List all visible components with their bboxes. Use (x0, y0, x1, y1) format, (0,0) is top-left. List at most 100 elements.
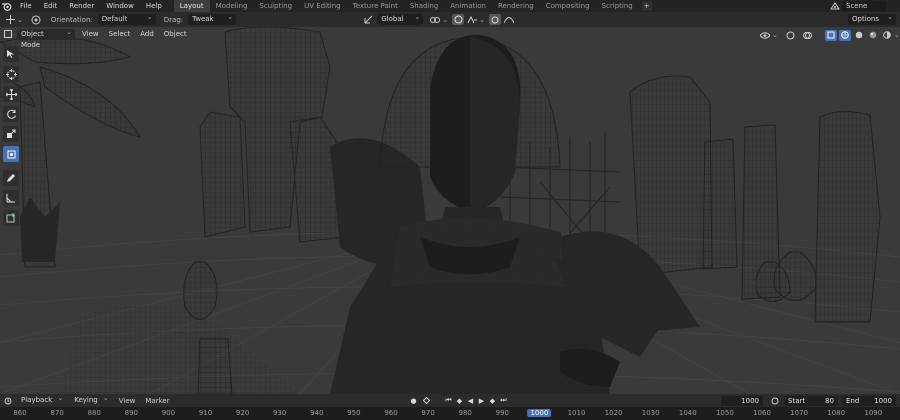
transform-tool-icon[interactable] (3, 146, 19, 162)
end-label: End (846, 396, 860, 405)
orientation-label: Orientation: (50, 15, 93, 24)
frame-tick-label: 860 (13, 409, 27, 417)
tab-sculpting[interactable]: Sculpting (253, 0, 298, 12)
rotate-tool-icon[interactable] (3, 106, 19, 122)
menu-add[interactable]: Add (135, 30, 159, 38)
menu-help[interactable]: Help (140, 2, 168, 10)
frame-ruler[interactable]: 860 870 880 890 900 910 920 930 940 950 960 970 980 9… (0, 407, 900, 420)
select-tool-icon[interactable] (3, 46, 19, 62)
solid-shading-icon[interactable] (853, 30, 865, 41)
orientation-dropdown[interactable]: Default (97, 12, 156, 25)
falloff-icon[interactable] (503, 14, 515, 25)
chevron-down-icon[interactable]: ⌄ (479, 16, 485, 24)
menu-view[interactable]: View (77, 30, 104, 38)
play-reverse-icon[interactable]: ◀ (466, 396, 475, 406)
rock-mesh (199, 27, 346, 243)
tab-animation[interactable]: Animation (444, 0, 492, 12)
menu-object[interactable]: Object (159, 30, 192, 38)
drag-label: Drag: (163, 15, 184, 24)
start-label: Start (788, 396, 806, 405)
wireframe-shading-icon[interactable] (838, 29, 851, 41)
menu-edit[interactable]: Edit (38, 2, 64, 10)
pivot-point-icon[interactable] (429, 14, 441, 25)
palm-tree-mesh (0, 36, 142, 268)
rendered-shading-icon[interactable] (881, 30, 893, 41)
chevron-down-icon[interactable]: ⌄ (772, 31, 778, 39)
menu-file[interactable]: File (14, 2, 38, 10)
play-icon[interactable]: ▶ (477, 396, 486, 406)
chevron-down-icon[interactable]: ⌄ (894, 31, 900, 39)
end-frame-field[interactable]: End 1000 (842, 395, 896, 406)
tab-uv-editing[interactable]: UV Editing (298, 0, 347, 12)
drag-dropdown[interactable]: Tweak (188, 12, 237, 25)
tool-shelf (3, 46, 19, 230)
keying-menu[interactable]: Keying (70, 393, 112, 406)
measure-tool-icon[interactable] (3, 190, 19, 206)
tab-compositing[interactable]: Compositing (540, 0, 596, 12)
tab-layout[interactable]: Layout (173, 0, 210, 12)
frame-tick-label: 930 (273, 409, 287, 417)
add-cube-tool-icon[interactable] (3, 210, 19, 226)
current-frame-marker[interactable]: 1000 (527, 409, 552, 417)
options-dropdown[interactable]: Options (848, 12, 896, 25)
menu-render[interactable]: Render (63, 2, 100, 10)
frame-tick-label: 1020 (604, 409, 623, 417)
move-tool-icon[interactable] (3, 86, 19, 102)
visibility-eye-icon[interactable] (759, 30, 771, 41)
current-frame-field[interactable]: 1000 (721, 395, 763, 406)
menu-window[interactable]: Window (100, 2, 140, 10)
timeline-view-menu[interactable]: View (114, 397, 141, 405)
keyframe-icon[interactable] (420, 395, 432, 406)
record-icon[interactable]: ● (409, 396, 418, 406)
frame-tick-label: 880 (87, 409, 101, 417)
object-mode-dropdown[interactable]: Object Mode (17, 27, 75, 49)
tool-settings-bar: ⌄ Orientation: Default Drag: Tweak Globa… (0, 12, 900, 27)
wireframe-scene[interactable] (0, 27, 900, 394)
overlays-icon[interactable] (802, 30, 814, 41)
viewport-overlay-controls: ⌄ ⌄ (758, 29, 900, 41)
proportional-edit-icon[interactable] (489, 14, 501, 25)
jump-end-icon[interactable]: ⏭ (499, 396, 508, 406)
add-workspace-button[interactable]: + (641, 1, 652, 11)
marker-menu[interactable]: Marker (140, 397, 174, 405)
chevron-down-icon[interactable]: ⌄ (442, 16, 448, 24)
scene-icon[interactable] (830, 1, 840, 11)
transform-tool-icon[interactable] (4, 14, 16, 25)
frame-tick-label: 1070 (790, 409, 809, 417)
tab-scripting[interactable]: Scripting (596, 0, 639, 12)
frame-tick-label: 1040 (678, 409, 697, 417)
xray-toggle-icon[interactable] (824, 29, 837, 41)
editor-type-icon[interactable] (2, 29, 14, 40)
select-box-icon[interactable] (30, 14, 42, 25)
frame-tick-label: 890 (124, 409, 138, 417)
snap-target-icon[interactable] (466, 14, 478, 25)
annotate-tool-icon[interactable] (3, 170, 19, 186)
scene-name-field[interactable]: Scene (842, 1, 886, 11)
tab-shading[interactable]: Shading (404, 0, 444, 12)
frame-tick-label: 980 (458, 409, 472, 417)
tab-texture-paint[interactable]: Texture Paint (347, 0, 404, 12)
snap-icon[interactable] (452, 14, 465, 25)
gizmo-icon[interactable] (785, 30, 797, 41)
timeline-editor-icon[interactable] (2, 395, 14, 406)
transform-orientation-dropdown[interactable]: Global (377, 12, 424, 25)
prev-keyframe-icon[interactable]: ◆ (455, 396, 464, 406)
next-keyframe-icon[interactable]: ◆ (488, 396, 497, 406)
3d-viewport[interactable] (0, 27, 900, 394)
tab-modeling[interactable]: Modeling (210, 0, 254, 12)
frame-tick-label: 1090 (864, 409, 883, 417)
jump-start-icon[interactable]: ⏮ (444, 396, 453, 406)
frame-tick-label: 910 (198, 409, 213, 417)
tab-rendering[interactable]: Rendering (492, 0, 540, 12)
blender-logo-icon[interactable] (0, 2, 14, 11)
playback-menu[interactable]: Playback (17, 393, 66, 406)
cursor-tool-icon[interactable] (3, 66, 19, 82)
frame-tick-label: 1060 (753, 409, 771, 417)
scale-tool-icon[interactable] (3, 126, 19, 142)
chevron-down-icon[interactable]: ⌄ (17, 16, 23, 24)
start-frame-field[interactable]: Start 80 (784, 395, 838, 406)
menu-select[interactable]: Select (104, 30, 136, 38)
preview-range-icon[interactable] (769, 395, 781, 406)
material-shading-icon[interactable] (867, 30, 879, 41)
transform-orientation-icon[interactable] (362, 14, 374, 25)
